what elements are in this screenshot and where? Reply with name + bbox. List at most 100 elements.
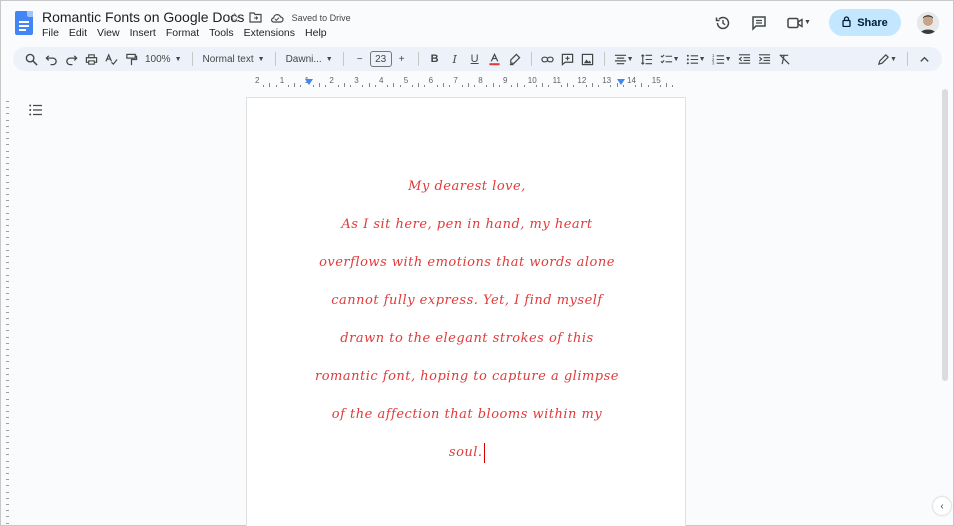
- ruler-tick: [6, 516, 9, 518]
- increase-font-size-button[interactable]: +: [392, 49, 412, 69]
- menu-extensions[interactable]: Extensions: [244, 27, 295, 39]
- ruler-tick: [6, 287, 9, 288]
- zoom-value: 100%: [145, 53, 171, 65]
- horizontal-ruler[interactable]: 2 1 1 2 3 4 5 6 7 8 9 10 11 12 13 14 15: [246, 75, 686, 89]
- search-menus-icon[interactable]: [21, 49, 41, 69]
- add-comment-icon[interactable]: [558, 49, 578, 69]
- checklist-icon[interactable]: ▼: [657, 49, 683, 69]
- menu-bar: File Edit View Insert Format Tools Exten…: [42, 27, 327, 39]
- document-title[interactable]: Romantic Fonts on Google Docs: [42, 9, 244, 25]
- document-page[interactable]: My dearest love, As I sit here, pen in h…: [246, 97, 686, 526]
- menu-file[interactable]: File: [42, 27, 59, 39]
- italic-icon[interactable]: I: [445, 49, 465, 69]
- ruler-tick: [6, 423, 9, 425]
- paint-format-icon[interactable]: [121, 49, 141, 69]
- move-folder-icon[interactable]: [249, 11, 262, 26]
- hide-menus-icon[interactable]: [914, 49, 934, 69]
- star-icon[interactable]: ☆: [229, 10, 241, 26]
- chevron-down-icon: ▼: [698, 55, 706, 63]
- bold-icon[interactable]: B: [425, 49, 445, 69]
- highlight-icon[interactable]: [505, 49, 525, 69]
- clear-formatting-icon[interactable]: [775, 49, 795, 69]
- left-indent-marker[interactable]: [305, 79, 313, 85]
- ruler-tick: [6, 411, 9, 412]
- ruler-tick: [573, 85, 575, 87]
- ruler-tick: [362, 85, 364, 87]
- ruler-tick: [486, 85, 488, 87]
- document-line[interactable]: romantic font, hoping to capture a glimp…: [247, 358, 687, 396]
- print-icon[interactable]: [81, 49, 101, 69]
- menu-format[interactable]: Format: [166, 27, 199, 39]
- document-body[interactable]: My dearest love, As I sit here, pen in h…: [247, 168, 687, 472]
- ruler-tick: [6, 218, 9, 220]
- line-spacing-icon[interactable]: [637, 49, 657, 69]
- ruler-tick: [319, 83, 320, 87]
- vertical-ruler[interactable]: [4, 97, 12, 526]
- ruler-tick: [6, 163, 9, 164]
- document-line[interactable]: overflows with emotions that words alone: [247, 244, 687, 282]
- vertical-scrollbar[interactable]: [942, 89, 948, 381]
- underline-icon[interactable]: U: [465, 49, 485, 69]
- style-select[interactable]: Normal text ▼: [199, 54, 269, 65]
- link-icon[interactable]: [538, 49, 558, 69]
- font-select[interactable]: Dawni... ▼: [282, 54, 337, 65]
- ruler-tick: [6, 274, 9, 276]
- menu-insert[interactable]: Insert: [130, 27, 156, 39]
- avatar[interactable]: [917, 11, 939, 34]
- ruler-tick: [6, 380, 9, 381]
- ruler-tick: [560, 85, 562, 87]
- ruler-tick: [6, 435, 9, 437]
- ruler-tick: [6, 460, 9, 462]
- decrease-indent-icon[interactable]: [735, 49, 755, 69]
- bulleted-list-icon[interactable]: ▼: [683, 49, 709, 69]
- insert-image-icon[interactable]: [578, 49, 598, 69]
- docs-logo-icon[interactable]: [15, 11, 33, 35]
- toolbar: 100% ▼ Normal text ▼ Dawni... ▼ − 23 + B I …: [13, 47, 942, 71]
- numbered-list-icon[interactable]: 1 2 3 ▼: [709, 49, 735, 69]
- ruler-tick: [288, 85, 289, 87]
- menu-tools[interactable]: Tools: [209, 27, 234, 39]
- ruler-tick: [6, 113, 9, 115]
- document-line[interactable]: of the affection that blooms within my: [247, 396, 687, 434]
- align-icon[interactable]: ▼: [611, 49, 637, 69]
- ruler-tick: [6, 175, 9, 177]
- document-outline-icon[interactable]: [29, 103, 43, 121]
- text-color-icon[interactable]: [485, 49, 505, 69]
- increase-indent-icon[interactable]: [755, 49, 775, 69]
- spellcheck-icon[interactable]: [101, 49, 121, 69]
- editing-mode-icon[interactable]: ▼: [873, 49, 901, 69]
- document-last-line[interactable]: soul.: [247, 434, 687, 472]
- ruler-tick: [6, 497, 9, 499]
- undo-icon[interactable]: [41, 49, 61, 69]
- ruler-label: 15: [651, 76, 661, 85]
- ruler-tick: [312, 85, 314, 87]
- comments-icon[interactable]: [749, 13, 769, 33]
- document-line[interactable]: My dearest love,: [247, 168, 687, 206]
- ruler-tick: [6, 256, 9, 257]
- zoom-select[interactable]: 100% ▼: [141, 54, 186, 65]
- ruler-tick: [6, 349, 9, 350]
- right-indent-marker[interactable]: [617, 79, 625, 85]
- divider: [274, 52, 276, 66]
- ruler-tick: [6, 392, 9, 394]
- ruler-tick: [511, 85, 513, 87]
- document-line[interactable]: cannot fully express. Yet, I find myself: [247, 282, 687, 320]
- side-panel-toggle-icon[interactable]: ‹: [933, 497, 951, 515]
- ruler-tick: [6, 101, 9, 102]
- document-line[interactable]: As I sit here, pen in hand, my heart: [247, 206, 687, 244]
- document-line[interactable]: drawn to the elegant strokes of this: [247, 320, 687, 358]
- redo-icon[interactable]: [61, 49, 81, 69]
- ruler-tick: [6, 466, 9, 468]
- menu-edit[interactable]: Edit: [69, 27, 87, 39]
- menu-view[interactable]: View: [97, 27, 120, 39]
- decrease-font-size-button[interactable]: −: [350, 49, 370, 69]
- share-button[interactable]: Share: [829, 9, 901, 36]
- ruler-tick: [6, 125, 9, 127]
- menu-help[interactable]: Help: [305, 27, 327, 39]
- cloud-saved-icon[interactable]: [270, 11, 284, 26]
- version-history-icon[interactable]: [713, 13, 733, 33]
- font-size-input[interactable]: 23: [369, 51, 392, 67]
- ruler-tick: [548, 85, 550, 87]
- document-line[interactable]: soul.: [449, 445, 483, 460]
- meet-icon[interactable]: ▼: [785, 13, 813, 33]
